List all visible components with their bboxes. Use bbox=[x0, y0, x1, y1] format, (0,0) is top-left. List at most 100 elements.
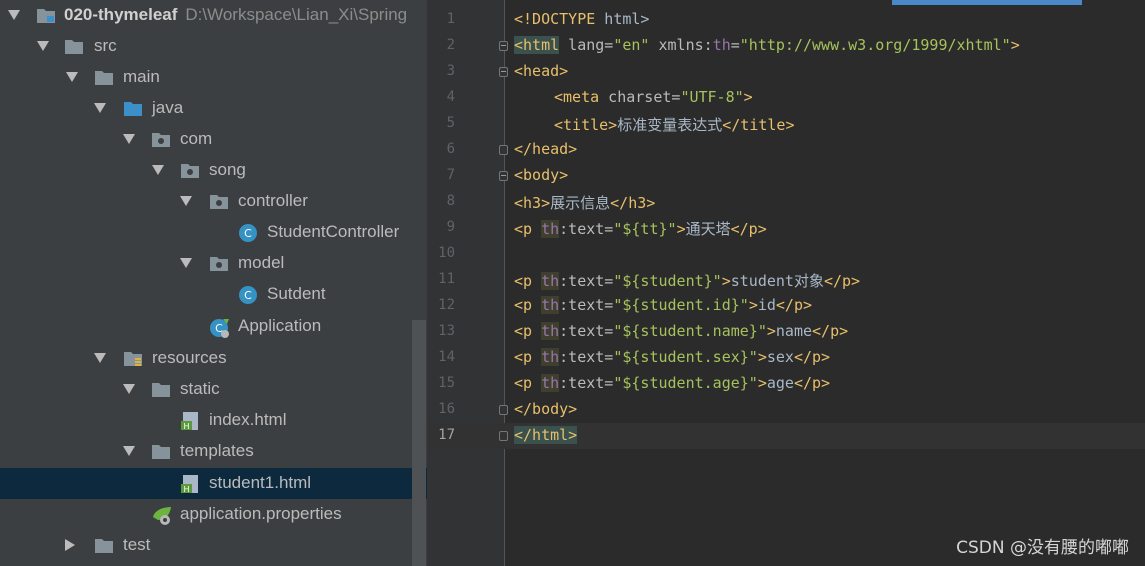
line-number: 1 bbox=[446, 11, 455, 27]
tree-scrollbar[interactable] bbox=[412, 320, 426, 566]
chevron-down-icon[interactable] bbox=[123, 384, 135, 394]
p-open-tag: <p bbox=[514, 322, 533, 340]
attr-name: :text= bbox=[559, 374, 614, 392]
tree-item-controller[interactable]: controller bbox=[0, 186, 427, 217]
code-editor[interactable]: 1 <!DOCTYPE html> 2 <html lang="en" xmln… bbox=[429, 0, 1145, 566]
head-close-tag: </head> bbox=[514, 140, 578, 158]
svg-text:C: C bbox=[244, 227, 252, 240]
chevron-down-icon[interactable] bbox=[123, 134, 135, 144]
tag-close: > bbox=[757, 374, 767, 392]
code-line[interactable]: 6 </head> bbox=[429, 137, 1145, 163]
h3-text: 展示信息 bbox=[550, 194, 611, 212]
tree-item-label: model bbox=[238, 253, 285, 272]
code-line[interactable]: 7 <body> bbox=[429, 163, 1145, 189]
p-open-tag: <p bbox=[514, 374, 533, 392]
fold-icon[interactable] bbox=[499, 171, 508, 181]
tree-item-label: Application bbox=[238, 316, 322, 335]
html-close-tag: </html> bbox=[514, 426, 578, 444]
fold-icon[interactable] bbox=[499, 41, 508, 51]
h3-open-tag: <h3> bbox=[514, 194, 551, 212]
tree-item-static[interactable]: static bbox=[0, 374, 427, 405]
code-line[interactable]: 12 <p th:text="${student.id}">id</p> bbox=[429, 293, 1145, 319]
line-number: 11 bbox=[438, 271, 455, 287]
p-close-tag: </p> bbox=[775, 296, 813, 314]
tree-item-sutdent[interactable]: C Sutdent bbox=[0, 279, 427, 310]
tree-item-model[interactable]: model bbox=[0, 248, 427, 279]
tree-item-label: resources bbox=[152, 348, 227, 367]
attr-value: "${student.sex}" bbox=[613, 348, 758, 366]
tree-item-com[interactable]: com bbox=[0, 124, 427, 155]
attr-value: "en" bbox=[613, 36, 650, 54]
tree-item-application-properties[interactable]: application.properties bbox=[0, 499, 427, 530]
fold-icon[interactable] bbox=[499, 405, 508, 415]
chevron-down-icon[interactable] bbox=[180, 258, 192, 268]
attr-value: "${tt}" bbox=[613, 220, 677, 238]
svg-text:H: H bbox=[183, 422, 189, 431]
fold-icon[interactable] bbox=[499, 431, 508, 441]
attr-value: "http://www.w3.org/1999/xhtml" bbox=[739, 36, 1011, 54]
tree-item-student1-html[interactable]: H student1.html bbox=[0, 468, 427, 499]
tree-item-label: song bbox=[209, 160, 246, 179]
code-line[interactable]: 10 bbox=[429, 241, 1145, 267]
th-prefix: th bbox=[541, 348, 560, 366]
code-line[interactable]: 11 <p th:text="${student}">student对象</p> bbox=[429, 267, 1145, 293]
attr-name: :text= bbox=[559, 272, 614, 290]
tree-item-label: templates bbox=[180, 441, 254, 460]
tree-item-src[interactable]: src bbox=[0, 31, 427, 62]
p-text: student对象 bbox=[730, 272, 824, 290]
chevron-down-icon[interactable] bbox=[94, 103, 106, 113]
code-line[interactable]: 2 <html lang="en" xmlns:th="http://www.w… bbox=[429, 33, 1145, 59]
p-open-tag: <p bbox=[514, 220, 533, 238]
chevron-down-icon[interactable] bbox=[123, 446, 135, 456]
fold-icon[interactable] bbox=[499, 145, 508, 155]
tag-close: > bbox=[721, 272, 731, 290]
tree-item-templates[interactable]: templates bbox=[0, 436, 427, 467]
source-folder-icon bbox=[123, 99, 143, 117]
code-line[interactable]: 3 <head> bbox=[429, 59, 1145, 85]
tree-item-song[interactable]: song bbox=[0, 155, 427, 186]
chevron-down-icon[interactable] bbox=[152, 165, 164, 175]
line-number: 13 bbox=[438, 323, 455, 339]
chevron-down-icon[interactable] bbox=[8, 10, 20, 20]
p-close-tag: </p> bbox=[793, 348, 831, 366]
th-prefix: th bbox=[541, 322, 560, 340]
chevron-down-icon[interactable] bbox=[94, 353, 106, 363]
head-open-tag: <head> bbox=[514, 62, 569, 80]
tree-item-resources[interactable]: resources bbox=[0, 343, 427, 374]
chevron-down-icon[interactable] bbox=[37, 41, 49, 51]
code-line[interactable]: 15 <p th:text="${student.age}">age</p> bbox=[429, 371, 1145, 397]
p-open-tag: <p bbox=[514, 296, 533, 314]
tree-item-project-root[interactable]: 020-thymeleaf D:\Workspace\Lian_Xi\Spring bbox=[0, 0, 427, 31]
code-line[interactable]: 9 <p th:text="${tt}">通天塔</p> bbox=[429, 215, 1145, 241]
fold-icon[interactable] bbox=[499, 67, 508, 77]
tree-item-test[interactable]: test bbox=[0, 530, 427, 561]
module-folder-icon bbox=[36, 6, 56, 24]
chevron-right-icon[interactable] bbox=[65, 539, 75, 551]
code-line[interactable]: 5 <title>标准变量表达式</title> bbox=[429, 111, 1145, 137]
tree-item-java[interactable]: java bbox=[0, 93, 427, 124]
tree-item-label: static bbox=[180, 379, 220, 398]
tree-item-index-html[interactable]: H index.html bbox=[0, 405, 427, 436]
code-line[interactable]: 1 <!DOCTYPE html> bbox=[429, 7, 1145, 33]
tree-item-application[interactable]: C Application bbox=[0, 311, 427, 342]
code-line[interactable]: 14 <p th:text="${student.sex}">sex</p> bbox=[429, 345, 1145, 371]
folder-icon bbox=[94, 536, 114, 554]
code-line[interactable]: 8 <h3>展示信息</h3> bbox=[429, 189, 1145, 215]
tree-item-label: com bbox=[180, 129, 213, 148]
p-text: sex bbox=[766, 348, 794, 366]
code-line[interactable]: 4 <meta charset="UTF-8"> bbox=[429, 85, 1145, 111]
tree-item-studentcontroller[interactable]: C StudentController bbox=[0, 217, 427, 248]
chevron-down-icon[interactable] bbox=[180, 196, 192, 206]
chevron-down-icon[interactable] bbox=[66, 72, 78, 82]
p-text: 通天塔 bbox=[685, 220, 731, 238]
line-number: 7 bbox=[446, 167, 455, 183]
code-line-current[interactable]: 17 </html> bbox=[429, 423, 1145, 449]
folder-icon bbox=[64, 37, 84, 55]
code-line[interactable]: 16 </body> bbox=[429, 397, 1145, 423]
tree-item-main[interactable]: main bbox=[0, 62, 427, 93]
line-number: 3 bbox=[446, 63, 455, 79]
title-open-tag: <title> bbox=[554, 116, 618, 134]
p-open-tag: <p bbox=[514, 348, 533, 366]
code-line[interactable]: 13 <p th:text="${student.name}">name</p> bbox=[429, 319, 1145, 345]
attr-value: "${student.name}" bbox=[613, 322, 767, 340]
